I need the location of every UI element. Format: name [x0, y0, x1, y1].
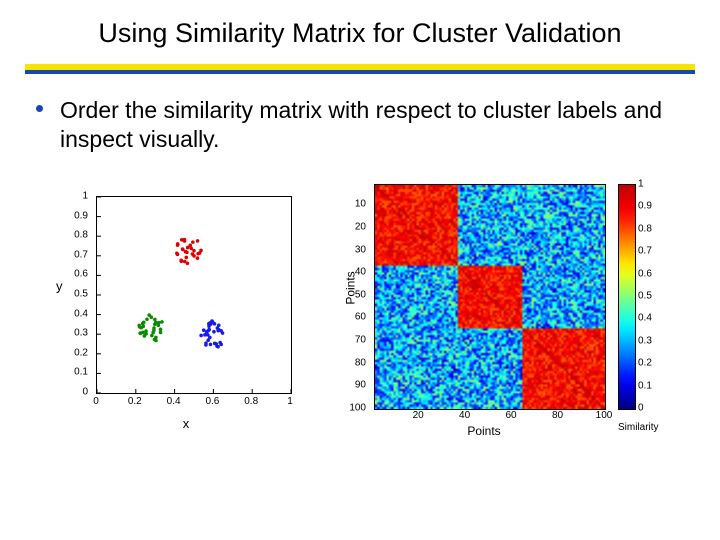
heatmap-xticks: 20406080100	[374, 410, 604, 424]
colorbar-label: Similarity	[618, 422, 659, 433]
scatter-chart: y 00.10.20.30.40.50.60.70.80.91 00.20.40…	[50, 192, 310, 432]
heatmap-box	[374, 184, 606, 410]
title-underline	[25, 64, 695, 74]
bullet-item: Order the similarity matrix with respect…	[38, 96, 678, 155]
scatter-xlabel: x	[183, 416, 190, 431]
bullet-dot-icon	[36, 105, 43, 112]
scatter-xticks: 00.20.40.60.81	[96, 396, 290, 410]
charts-area: y 00.10.20.30.40.50.60.70.80.91 00.20.40…	[50, 178, 692, 448]
bullet-text: Order the similarity matrix with respect…	[60, 96, 678, 155]
underline-blue	[25, 70, 695, 74]
slide-title: Using Similarity Matrix for Cluster Vali…	[0, 18, 720, 49]
heatmap-yticks: 102030405060708090100	[334, 184, 370, 408]
scatter-svg	[97, 197, 291, 393]
heatmap-canvas	[375, 185, 605, 409]
colorbar	[618, 184, 636, 410]
heatmap-xlabel: Points	[467, 424, 500, 438]
similarity-heatmap: Points 102030405060708090100 20406080100…	[334, 178, 692, 438]
colorbar-ticks: 00.10.20.30.40.50.60.70.80.91	[638, 184, 668, 408]
slide: Using Similarity Matrix for Cluster Vali…	[0, 0, 720, 540]
scatter-yticks: 00.10.20.30.40.50.60.70.80.91	[50, 196, 92, 392]
scatter-plot-box	[96, 196, 292, 394]
